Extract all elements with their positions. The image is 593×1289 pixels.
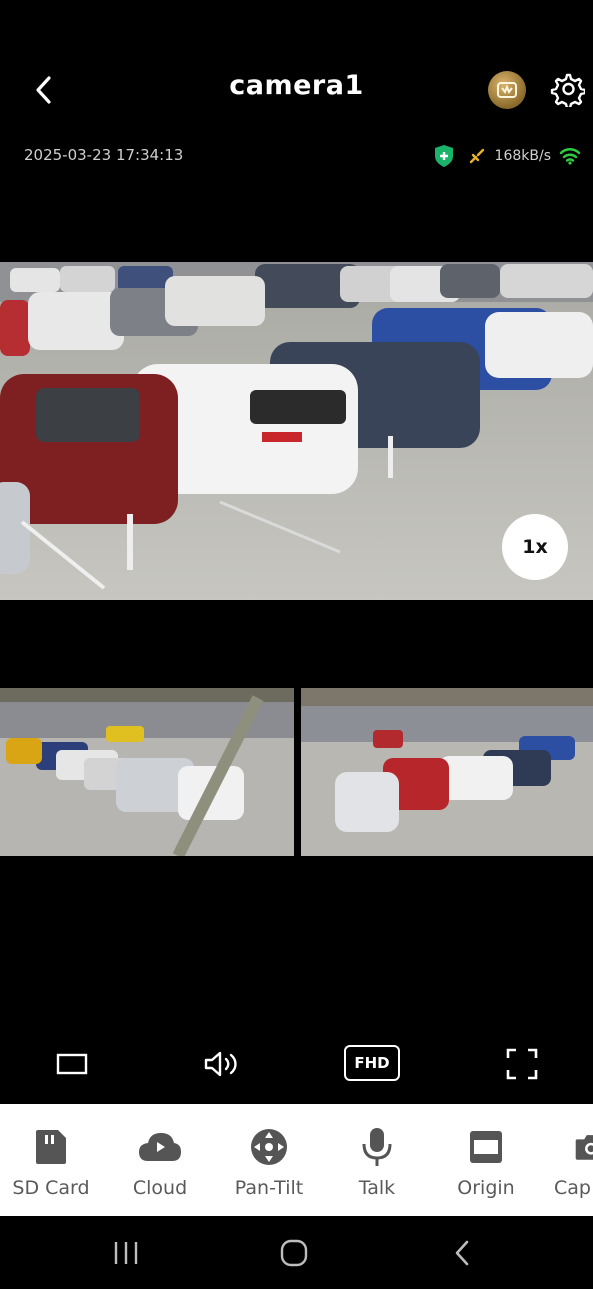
toolbar-item-talk[interactable]: Talk [322, 1104, 432, 1216]
bolt-icon [469, 148, 484, 164]
toolbar-label: SD Card [12, 1177, 90, 1199]
wifi-icon [559, 148, 581, 165]
toolbar-label: Cap [554, 1177, 591, 1199]
origin-icon [470, 1131, 502, 1163]
system-navigation-bar [0, 1216, 593, 1289]
gear-icon [550, 73, 585, 107]
bitrate: 168kB/s [494, 148, 551, 164]
video-quality-button[interactable]: FHD [344, 1045, 400, 1081]
speaker-icon [204, 1051, 237, 1077]
cloud-icon [139, 1133, 181, 1161]
shield-icon [434, 145, 453, 167]
toolbar-label: Cloud [132, 1177, 188, 1199]
toolbar-label: Origin [457, 1177, 515, 1199]
home-button[interactable] [264, 1230, 324, 1276]
toolbar-item-pan-tilt[interactable]: Pan-Tilt [214, 1104, 324, 1216]
toolbar-label: Talk [358, 1177, 396, 1199]
camera-icon [575, 1135, 593, 1160]
secondary-video-feed-1[interactable] [0, 688, 294, 856]
recent-apps-button[interactable] [96, 1230, 156, 1276]
feature-toolbar: SD Card Cloud Pan-Tilt Talk Origin Cap [0, 1104, 593, 1216]
timestamp: 2025-03-23 17:34:13 [24, 146, 184, 164]
toolbar-label: Pan-Tilt [234, 1177, 304, 1199]
toolbar-item-cloud[interactable]: Cloud [105, 1104, 215, 1216]
fullscreen-icon [506, 1048, 538, 1080]
microphone-icon [362, 1128, 392, 1166]
chevron-left-icon [455, 1240, 469, 1266]
pan-tilt-icon [251, 1129, 287, 1165]
toolbar-item-sd-card[interactable]: SD Card [0, 1104, 106, 1216]
fullscreen-button[interactable] [500, 1042, 544, 1086]
audio-button[interactable] [198, 1042, 246, 1086]
connection-status: 168kB/s [433, 144, 581, 168]
toolbar-item-origin[interactable]: Origin [431, 1104, 541, 1216]
secondary-video-feed-2[interactable] [301, 688, 593, 856]
toolbar-item-capture[interactable]: Cap [538, 1104, 593, 1216]
zoom-level-button[interactable]: 1x [502, 514, 568, 580]
sd-card-icon [36, 1130, 66, 1164]
settings-button[interactable] [546, 68, 588, 110]
system-back-button[interactable] [432, 1230, 492, 1276]
multiview-layout-button[interactable] [50, 1042, 94, 1086]
recent-apps-icon [114, 1242, 138, 1264]
home-icon [280, 1239, 308, 1267]
vip-badge-icon[interactable] [488, 71, 526, 109]
screen-layout-icon [56, 1053, 88, 1075]
